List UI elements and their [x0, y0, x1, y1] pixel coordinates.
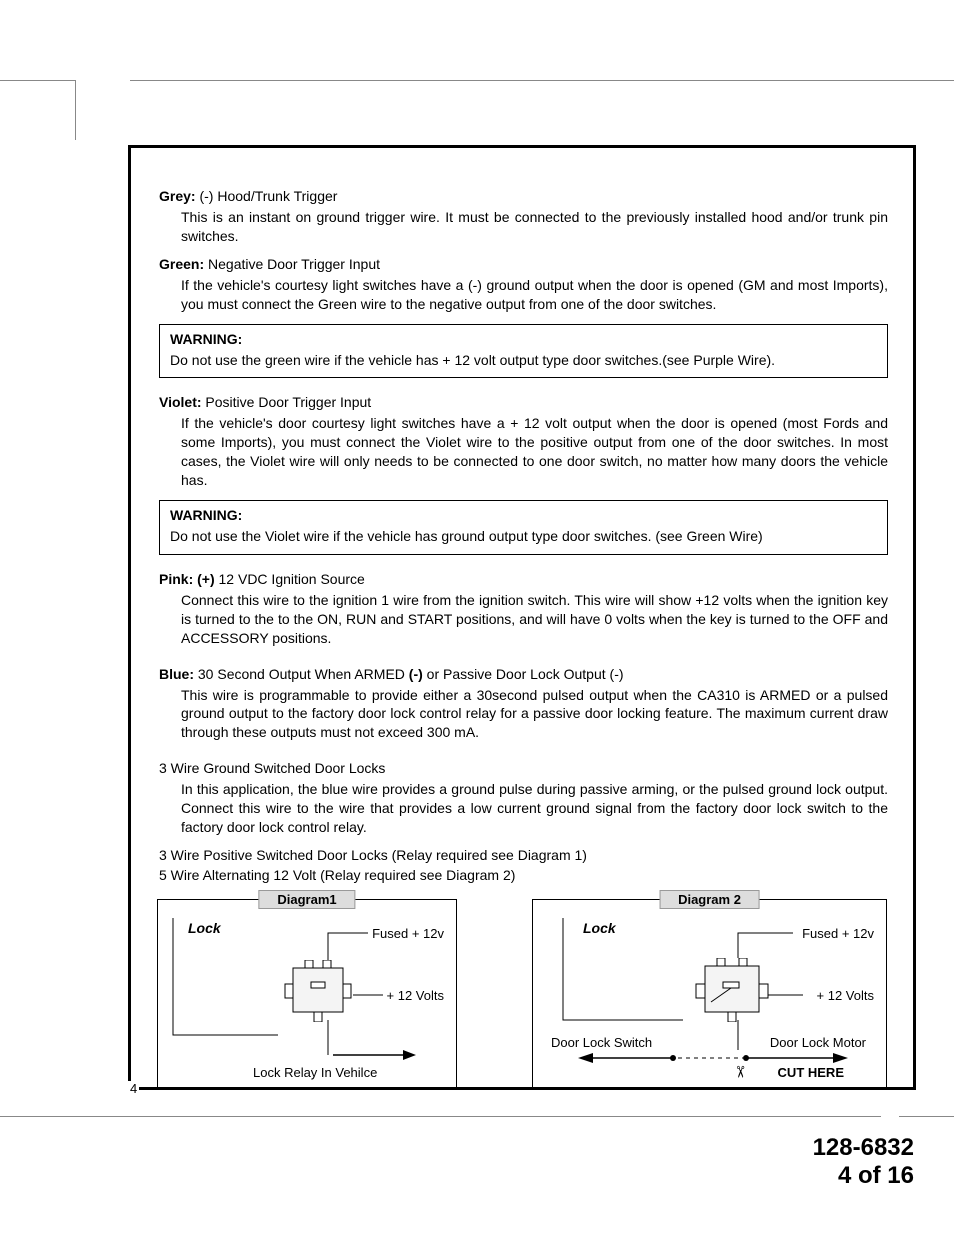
wire-blue-title-a: 30 Second Output When ARMED [194, 666, 409, 682]
warning-1-text: Do not use the green wire if the vehicle… [170, 351, 877, 370]
rule-bottom [0, 1116, 954, 1117]
inner-page-number: 4 [128, 1081, 139, 1096]
wire-blue-head: Blue: 30 Second Output When ARMED (-) or… [159, 666, 888, 682]
wire-pink-label: Pink: (+) [159, 571, 215, 587]
footer-code: 128-6832 [813, 1134, 914, 1162]
wire-pink-text: Connect this wire to the ignition 1 wire… [181, 591, 888, 648]
warning-2-head: WARNING: [170, 507, 877, 523]
wire-pink-title: 12 VDC Ignition Source [215, 571, 365, 587]
warning-box-2: WARNING: Do not use the Violet wire if t… [159, 500, 888, 555]
warning-box-1: WARNING: Do not use the green wire if th… [159, 324, 888, 379]
wire-blue-neg: (-) [409, 666, 423, 682]
wire-violet-text: If the vehicle's door courtesy light swi… [181, 414, 888, 490]
content-frame: Grey: (-) Hood/Trunk Trigger This is an … [128, 145, 916, 1090]
wire-pink-head: Pink: (+) 12 VDC Ignition Source [159, 571, 888, 587]
page: Grey: (-) Hood/Trunk Trigger This is an … [0, 0, 954, 1235]
diagram-1: Diagram1 Lock Fused + 12v + 12 Volts Loc… [157, 899, 457, 1089]
wire-green-title: Negative Door Trigger Input [204, 256, 380, 272]
wire-blue-text: This wire is programmable to provide eit… [181, 686, 888, 743]
wire-green-head: Green: Negative Door Trigger Input [159, 256, 888, 272]
relay-icon [283, 960, 353, 1022]
rule-top [0, 80, 954, 81]
page-footer: 128-6832 4 of 16 [813, 1134, 914, 1190]
relay-icon [693, 958, 771, 1022]
wire-grey-head: Grey: (-) Hood/Trunk Trigger [159, 188, 888, 204]
footer-page: 4 of 16 [813, 1162, 914, 1190]
diagram-2: Diagram 2 Lock Fused + 12v + 12 Volts Do… [532, 899, 887, 1089]
doorlocks-para: In this application, the blue wire provi… [181, 780, 888, 837]
wire-violet-head: Violet: Positive Door Trigger Input [159, 394, 888, 410]
diagrams-row: Diagram1 Lock Fused + 12v + 12 Volts Loc… [157, 899, 888, 1089]
doorlocks-line-1: 3 Wire Positive Switched Door Locks (Rel… [159, 847, 888, 863]
wire-violet-title: Positive Door Trigger Input [202, 394, 372, 410]
wire-grey-title: (-) Hood/Trunk Trigger [196, 188, 338, 204]
warning-1-head: WARNING: [170, 331, 877, 347]
wire-green-text: If the vehicle's courtesy light switches… [181, 276, 888, 314]
wire-blue-title-b: or Passive Door Lock Output (-) [423, 666, 624, 682]
warning-2-text: Do not use the Violet wire if the vehicl… [170, 527, 877, 546]
wire-grey-text: This is an instant on ground trigger wir… [181, 208, 888, 246]
wire-green-label: Green: [159, 256, 204, 272]
rule-left [75, 80, 76, 140]
wire-grey-label: Grey: [159, 188, 196, 204]
doorlocks-head: 3 Wire Ground Switched Door Locks [159, 760, 888, 776]
doorlocks-line-2: 5 Wire Alternating 12 Volt (Relay requir… [159, 867, 888, 883]
wire-blue-label: Blue: [159, 666, 194, 682]
wire-violet-label: Violet: [159, 394, 202, 410]
